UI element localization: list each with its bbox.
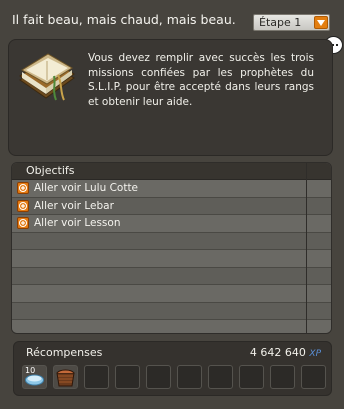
empty-row xyxy=(12,285,331,303)
empty-row xyxy=(12,320,331,333)
empty-row xyxy=(12,302,331,320)
empty-row xyxy=(12,250,331,268)
chevron-down-icon[interactable] xyxy=(314,16,328,29)
column-divider xyxy=(306,163,307,333)
objective-label: Aller voir Lesson xyxy=(34,217,121,229)
reward-slot-empty[interactable] xyxy=(239,365,264,389)
step-dropdown[interactable]: Étape 1 xyxy=(253,14,330,31)
rewards-panel: Récompenses 4 642 640 XP 10 xyxy=(13,341,332,396)
xp-unit: XP xyxy=(309,349,321,359)
reward-slot-empty[interactable] xyxy=(177,365,202,389)
rewards-xp: 4 642 640 XP xyxy=(250,346,321,359)
plus-icon[interactable] xyxy=(17,182,29,194)
reward-slot-empty[interactable] xyxy=(270,365,295,389)
plus-icon[interactable] xyxy=(17,217,29,229)
objectives-header: Objectifs xyxy=(12,163,331,180)
objectives-header-label: Objectifs xyxy=(26,164,75,177)
reward-quantity: 10 xyxy=(25,366,36,375)
empty-row xyxy=(12,232,331,250)
plus-icon[interactable] xyxy=(17,199,29,212)
objectives-list: Aller voir Lulu Cotte Aller voir Lebar A… xyxy=(12,180,331,333)
rewards-title: Récompenses xyxy=(26,346,103,359)
reward-slot-empty[interactable] xyxy=(208,365,233,389)
quest-title: Il fait beau, mais chaud, mais beau. xyxy=(12,12,236,27)
xp-amount: 4 642 640 xyxy=(249,346,306,359)
quest-description-text: Vous devez remplir avec succès les trois… xyxy=(88,52,314,108)
objective-row[interactable]: Aller voir Lebar xyxy=(12,197,331,215)
reward-slot-empty[interactable] xyxy=(301,365,326,389)
reward-slot-empty[interactable] xyxy=(115,365,140,389)
objective-label: Aller voir Lebar xyxy=(34,199,114,212)
objectives-panel: Objectifs Aller voir Lulu Cotte Aller vo… xyxy=(11,162,332,334)
empty-row xyxy=(12,267,331,285)
objective-label: Aller voir Lulu Cotte xyxy=(34,182,139,194)
step-dropdown-label: Étape 1 xyxy=(259,16,302,29)
reward-slot-empty[interactable] xyxy=(84,365,109,389)
reward-slot[interactable]: 10 xyxy=(22,365,47,389)
book-icon xyxy=(16,50,78,104)
reward-slot-empty[interactable] xyxy=(146,365,171,389)
objective-row[interactable]: Aller voir Lesson xyxy=(12,215,331,233)
quest-window: Il fait beau, mais chaud, mais beau. Éta… xyxy=(0,0,344,409)
reward-slot[interactable] xyxy=(53,365,78,389)
objective-row[interactable]: Aller voir Lulu Cotte xyxy=(12,180,331,198)
